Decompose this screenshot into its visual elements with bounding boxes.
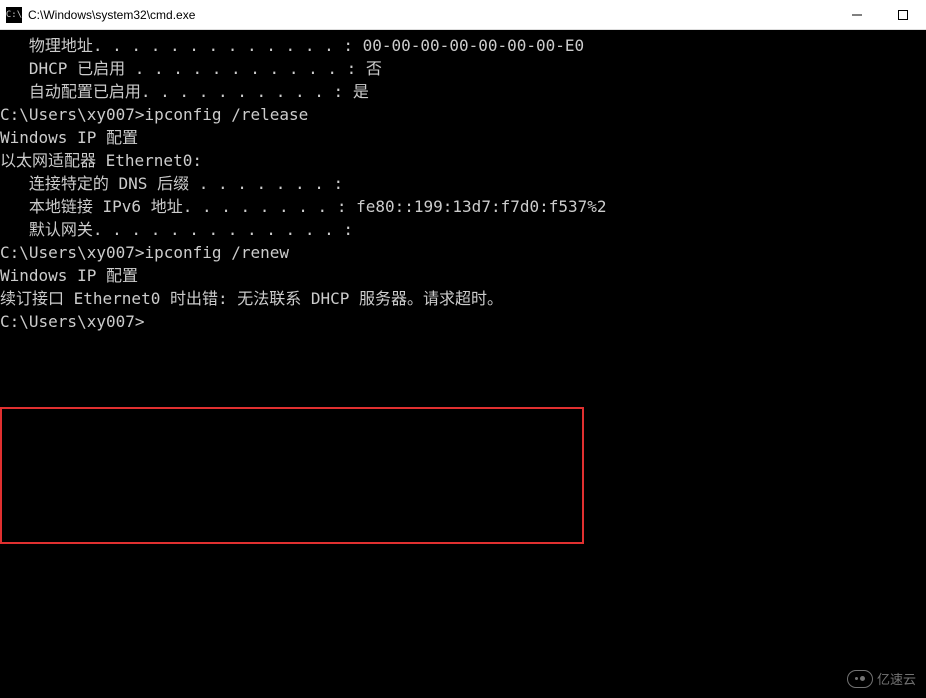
terminal-line: Windows IP 配置	[0, 126, 926, 149]
terminal-line: 自动配置已启用. . . . . . . . . . : 是	[0, 80, 926, 103]
terminal-line: DHCP 已启用 . . . . . . . . . . . : 否	[0, 57, 926, 80]
terminal-line: 物理地址. . . . . . . . . . . . . : 00-00-00…	[0, 34, 926, 57]
terminal-output[interactable]: 物理地址. . . . . . . . . . . . . : 00-00-00…	[0, 30, 926, 698]
window-title: C:\Windows\system32\cmd.exe	[28, 8, 195, 22]
titlebar-left: C:\ C:\Windows\system32\cmd.exe	[6, 7, 195, 23]
terminal-line: 续订接口 Ethernet0 时出错: 无法联系 DHCP 服务器。请求超时。	[0, 287, 926, 310]
terminal-line: C:\Users\xy007>ipconfig /renew	[0, 241, 926, 264]
minimize-button[interactable]	[834, 0, 880, 29]
cloud-icon	[847, 670, 873, 688]
highlight-annotation	[0, 407, 584, 544]
terminal-line: 本地链接 IPv6 地址. . . . . . . . : fe80::199:…	[0, 195, 926, 218]
watermark-text: 亿速云	[877, 669, 916, 688]
terminal-line: Windows IP 配置	[0, 264, 926, 287]
terminal-line: C:\Users\xy007>ipconfig /release	[0, 103, 926, 126]
terminal-line: C:\Users\xy007>	[0, 310, 926, 333]
titlebar-controls	[834, 0, 926, 29]
terminal-line: 默认网关. . . . . . . . . . . . . :	[0, 218, 926, 241]
terminal-line: 连接特定的 DNS 后缀 . . . . . . . :	[0, 172, 926, 195]
terminal-line: 以太网适配器 Ethernet0:	[0, 149, 926, 172]
cmd-icon: C:\	[6, 7, 22, 23]
window-titlebar: C:\ C:\Windows\system32\cmd.exe	[0, 0, 926, 30]
watermark: 亿速云	[847, 669, 916, 688]
maximize-button[interactable]	[880, 0, 926, 29]
